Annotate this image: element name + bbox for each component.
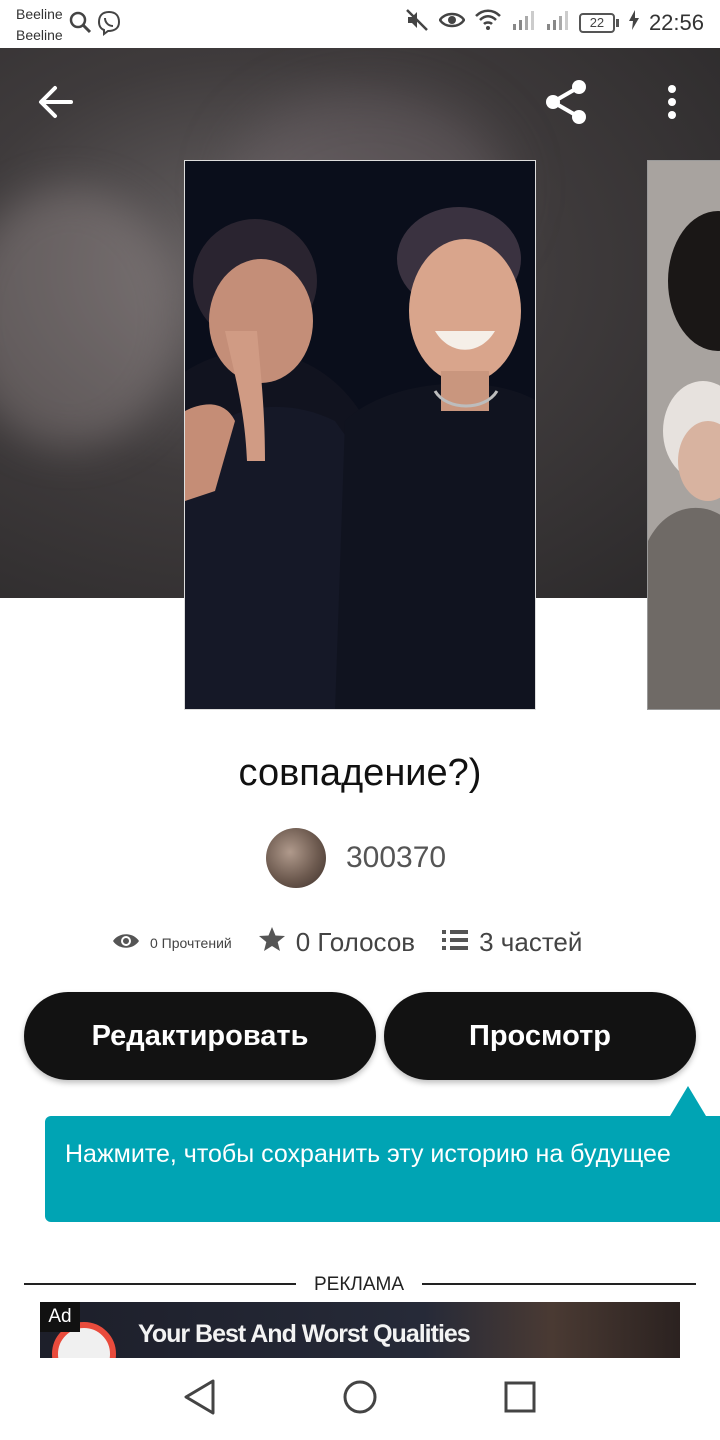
ad-section-label: РЕКЛАМА bbox=[313, 1274, 405, 1295]
wifi-icon bbox=[475, 9, 501, 36]
cover-photo bbox=[185, 161, 535, 709]
more-vertical-icon bbox=[667, 84, 677, 125]
system-nav-bar bbox=[0, 1358, 720, 1440]
edit-button[interactable]: Редактировать bbox=[24, 992, 376, 1080]
view-button[interactable]: Просмотр bbox=[384, 992, 696, 1080]
story-title: совпадение?) bbox=[238, 752, 482, 794]
eye-icon bbox=[438, 10, 466, 35]
status-left-icons bbox=[68, 10, 122, 41]
search-icon bbox=[68, 10, 92, 41]
next-cover-photo bbox=[648, 161, 720, 709]
battery-level: 22 bbox=[578, 12, 615, 33]
eye-icon bbox=[112, 931, 140, 954]
carrier-1: Beeline bbox=[16, 6, 63, 22]
carrier-2: Beeline bbox=[16, 27, 63, 43]
carrier-names: Beeline Beeline bbox=[16, 4, 63, 46]
nav-back-button[interactable] bbox=[177, 1376, 223, 1422]
ad-separator: РЕКЛАМА bbox=[24, 1270, 696, 1298]
next-story-cover[interactable] bbox=[647, 160, 720, 710]
reads-stat: 0 Прочтений bbox=[112, 931, 232, 954]
author-name[interactable]: 300370 bbox=[346, 841, 446, 875]
ad-badge: Ad bbox=[40, 1302, 80, 1332]
list-icon bbox=[441, 927, 469, 958]
star-icon bbox=[258, 926, 286, 959]
parts-count: 3 частей bbox=[479, 927, 583, 957]
signal-icon bbox=[511, 9, 535, 36]
share-button[interactable] bbox=[542, 76, 590, 132]
nav-recents-button[interactable] bbox=[497, 1376, 543, 1422]
nav-home-icon bbox=[342, 1379, 378, 1420]
nav-back-icon bbox=[183, 1379, 217, 1420]
tooltip-arrow bbox=[670, 1086, 706, 1116]
avatar[interactable] bbox=[266, 828, 326, 888]
nav-recents-icon bbox=[504, 1381, 536, 1418]
status-right: 22 22:56 bbox=[405, 8, 704, 37]
more-options-button[interactable] bbox=[648, 76, 696, 132]
signal-icon bbox=[545, 9, 569, 36]
share-icon bbox=[541, 77, 591, 132]
story-cover[interactable] bbox=[184, 160, 536, 710]
story-stats: 0 Прочтений 0 Голосов 3 частей bbox=[112, 926, 608, 959]
save-hint-tooltip[interactable]: Нажмите, чтобы сохранить эту историю на … bbox=[45, 1116, 720, 1222]
parts-stat: 3 частей bbox=[441, 927, 582, 958]
clock: 22:56 bbox=[648, 9, 704, 35]
back-arrow-icon bbox=[37, 85, 75, 124]
viber-icon bbox=[96, 10, 122, 41]
nav-home-button[interactable] bbox=[337, 1376, 383, 1422]
votes-stat: 0 Голосов bbox=[258, 926, 415, 959]
battery-icon: 22 bbox=[578, 12, 619, 33]
votes-count: 0 Голосов bbox=[295, 927, 416, 957]
back-button[interactable] bbox=[32, 76, 80, 132]
status-bar: Beeline Beeline 22 22:56 bbox=[0, 0, 720, 48]
mute-icon bbox=[405, 8, 429, 37]
reads-count: 0 Прочтений bbox=[150, 934, 232, 951]
charging-icon bbox=[628, 10, 639, 35]
ad-headline: Your Best And Worst Qualities bbox=[138, 1320, 471, 1348]
author-row[interactable]: 300370 bbox=[266, 828, 446, 888]
ad-banner[interactable]: Ad Your Best And Worst Qualities bbox=[40, 1302, 680, 1358]
